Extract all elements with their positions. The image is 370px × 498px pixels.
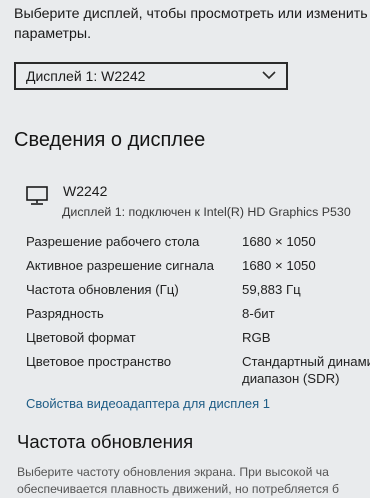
display-select-value: Дисплей 1: W2242 <box>26 68 146 84</box>
display-select-dropdown[interactable]: Дисплей 1: W2242 <box>14 62 288 90</box>
display-settings-page: Выберите дисплей, чтобы просмотреть или … <box>0 0 370 496</box>
monitor-name: W2242 <box>63 183 108 199</box>
detail-row-color-format: Цветовой формат RGB <box>26 330 370 350</box>
detail-row-active-resolution: Активное разрешение сигнала 1680 × 1050 <box>26 258 370 278</box>
detail-label: Цветовой формат <box>26 330 136 345</box>
detail-label: Частота обновления (Гц) <box>26 282 179 297</box>
refresh-desc-line-2: обеспечивается плавность движений, но по… <box>17 482 339 496</box>
detail-value: 1680 × 1050 <box>242 258 316 273</box>
detail-value: 59,883 Гц <box>242 282 301 297</box>
refresh-desc-line-1: Выберите частоту обновления экрана. При … <box>17 465 329 479</box>
detail-label: Разрешение рабочего стола <box>26 234 200 249</box>
refresh-rate-title: Частота обновления <box>17 431 194 452</box>
intro-text: Выберите дисплей, чтобы просмотреть или … <box>14 4 370 44</box>
display-details-title: Сведения о дисплее <box>14 129 206 151</box>
monitor-connection: Дисплей 1: подключен к Intel(R) HD Graph… <box>62 205 351 219</box>
detail-row-desktop-resolution: Разрешение рабочего стола 1680 × 1050 <box>26 234 370 254</box>
detail-label: Активное разрешение сигнала <box>26 258 214 273</box>
monitor-icon <box>26 186 48 205</box>
detail-row-refresh-rate: Частота обновления (Гц) 59,883 Гц <box>26 282 370 302</box>
detail-value: 1680 × 1050 <box>242 234 316 249</box>
detail-label: Цветовое пространство <box>26 354 172 369</box>
intro-line-2: параметры. <box>14 26 92 42</box>
adapter-properties-link[interactable]: Свойства видеоадаптера для дисплея 1 <box>26 396 270 411</box>
detail-value: 8-бит <box>242 306 275 321</box>
chevron-down-icon <box>262 71 276 80</box>
detail-value: Стандартный динами <box>242 354 370 369</box>
intro-line-1: Выберите дисплей, чтобы просмотреть или … <box>14 6 370 22</box>
detail-row-bit-depth: Разрядность 8-бит <box>26 306 370 326</box>
detail-value-line-2: диапазон (SDR) <box>242 371 340 386</box>
detail-value: RGB <box>242 330 271 345</box>
detail-label: Разрядность <box>26 306 104 321</box>
detail-row-color-space: Цветовое пространство Стандартный динами… <box>26 354 370 392</box>
